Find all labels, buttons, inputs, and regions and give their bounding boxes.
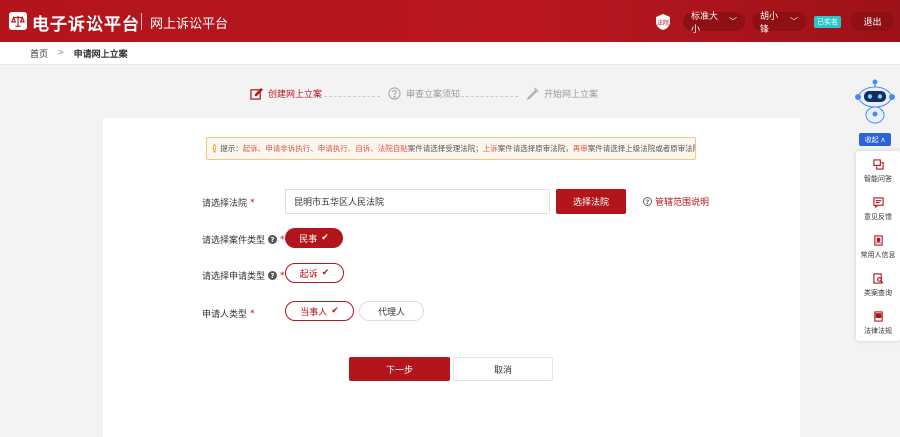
notice-highlight: 起诉、申请非诉执行、申请执行、自诉、法院自贴: [242, 144, 408, 153]
side-item-label: 类案查询: [864, 288, 892, 297]
side-item-label: 意见反馈: [864, 212, 892, 221]
side-item-label: 智能问答: [864, 174, 892, 183]
party-type-label: 申请人类型 *: [202, 307, 255, 321]
user-name: 胡小锋: [760, 11, 779, 35]
chevron-down-icon: ﹀: [790, 17, 798, 26]
chevron-up-icon: ʌ: [878, 135, 886, 144]
tag-label: 起诉: [299, 269, 318, 280]
apply-type-label: 请选择申请类型 ? *: [202, 269, 285, 283]
side-item-smart-qa[interactable]: 智能问答: [856, 153, 900, 189]
party-type-litigant-tag[interactable]: 当事人 ✔: [285, 301, 354, 321]
notice-text: 案件请选择上级法院或者原审法院。: [587, 144, 696, 153]
verified-badge: 已实名: [814, 16, 841, 28]
breadcrumb-current: 申请网上立案: [73, 49, 128, 60]
cancel-button[interactable]: 取消: [453, 357, 553, 381]
court-field[interactable]: 昆明市五华区人民法院: [285, 189, 550, 214]
side-item-label: 常用人信息: [860, 250, 896, 259]
chat-icon: [872, 158, 884, 170]
contact-icon: [873, 234, 883, 246]
notice-highlight: 再审: [572, 144, 588, 153]
step-review: 审查立案须知: [388, 87, 460, 100]
step-label: 创建网上立案: [268, 90, 323, 100]
scales-logo-icon: [9, 12, 27, 30]
side-item-contacts[interactable]: 常用人信息: [856, 229, 900, 265]
warning-icon: !: [213, 144, 217, 153]
case-type-label-text: 请选择案件类型: [202, 236, 266, 246]
collapse-button[interactable]: 收起 ʌ: [859, 133, 891, 146]
scope-link-text: 管辖范围说明: [655, 198, 710, 208]
pen-icon: [526, 87, 539, 100]
header-divider: [141, 13, 142, 30]
check-icon: ✔: [321, 268, 330, 278]
tag-label: 当事人: [300, 307, 328, 318]
feedback-icon: [872, 196, 884, 208]
apply-type-label-text: 请选择申请类型: [202, 272, 266, 282]
court-label-text: 请选择法院: [202, 199, 248, 209]
court-label: 请选择法院 *: [202, 196, 255, 210]
step-connector: [324, 96, 380, 97]
court-badge-label: 法院: [657, 19, 669, 27]
next-step-button[interactable]: 下一步: [349, 357, 450, 381]
tag-label: 代理人: [377, 307, 405, 318]
apply-type-sue-tag[interactable]: 起诉 ✔: [285, 263, 344, 283]
step-label: 审查立案须知: [406, 90, 461, 100]
check-icon: ✔: [331, 306, 339, 316]
select-court-button[interactable]: 选择法院: [556, 189, 626, 214]
side-tool-panel: 智能问答 意见反馈 常用人信息 类案查询 法律法规: [856, 151, 900, 341]
required-mark: *: [250, 308, 255, 319]
case-type-label: 请选择案件类型 ? *: [202, 233, 285, 247]
party-type-label-text: 申请人类型: [202, 310, 248, 320]
collapse-label: 收起: [864, 135, 879, 144]
required-mark: *: [280, 234, 285, 245]
side-item-case-search[interactable]: 类案查询: [856, 267, 900, 303]
tag-label: 民事: [299, 234, 318, 245]
font-size-value: 标准大小: [691, 11, 719, 35]
side-item-feedback[interactable]: 意见反馈: [856, 191, 900, 227]
side-item-laws[interactable]: 法律法规: [856, 305, 900, 341]
chevron-down-icon: ﹀: [729, 17, 737, 26]
case-type-civil-tag[interactable]: 民事 ✔: [285, 228, 343, 248]
step-indicator: 创建网上立案 审查立案须知 开始网上立案: [0, 87, 900, 107]
breadcrumb-home[interactable]: 首页: [30, 47, 48, 60]
notice-prefix: 提示：: [220, 144, 243, 153]
user-menu[interactable]: 胡小锋 ﹀: [752, 12, 806, 35]
jurisdiction-scope-link[interactable]: ? 管辖范围说明: [643, 195, 709, 208]
platform-subtitle: 网上诉讼平台: [150, 17, 229, 32]
help-icon[interactable]: ?: [268, 271, 278, 280]
court-badge-icon[interactable]: 法院: [654, 13, 672, 31]
notice-text: 案件请选择受理法院；: [407, 144, 483, 153]
step-connector: [461, 96, 518, 97]
law-book-icon: [873, 310, 883, 322]
required-mark: *: [280, 270, 285, 281]
breadcrumb: 首页 > 申请网上立案: [0, 42, 900, 65]
filing-form-card: ! 提示： 起诉、申请非诉执行、申请执行、自诉、法院自贴 案件请选择受理法院； …: [103, 118, 800, 437]
required-mark: *: [250, 197, 255, 208]
assistant-robot-icon[interactable]: [855, 78, 895, 130]
party-type-agent-tag[interactable]: 代理人: [359, 301, 424, 321]
step-create: 创建网上立案: [250, 87, 322, 100]
search-doc-icon: [872, 272, 883, 284]
step-label: 开始网上立案: [544, 90, 599, 100]
notice-banner: ! 提示： 起诉、申请非诉执行、申请执行、自诉、法院自贴 案件请选择受理法院； …: [206, 137, 696, 160]
help-icon: ?: [643, 197, 652, 206]
edit-icon: [250, 88, 263, 100]
help-icon[interactable]: ?: [268, 235, 278, 244]
notice-highlight: 上诉: [482, 144, 498, 153]
side-item-label: 法律法规: [864, 326, 892, 335]
top-header: 电子诉讼平台 网上诉讼平台 法院 标准大小 ﹀ 胡小锋 ﹀ 已实名 退出: [0, 0, 900, 42]
check-icon: ✔: [321, 233, 329, 243]
platform-logo-text[interactable]: 电子诉讼平台: [32, 10, 140, 35]
notice-text: 案件请选择原审法院，: [497, 144, 573, 153]
font-size-selector[interactable]: 标准大小 ﹀: [683, 12, 745, 35]
step-start: 开始网上立案: [526, 87, 598, 100]
breadcrumb-separator-icon: >: [57, 48, 65, 58]
question-icon: [388, 87, 401, 100]
logout-button[interactable]: 退出: [851, 12, 894, 31]
